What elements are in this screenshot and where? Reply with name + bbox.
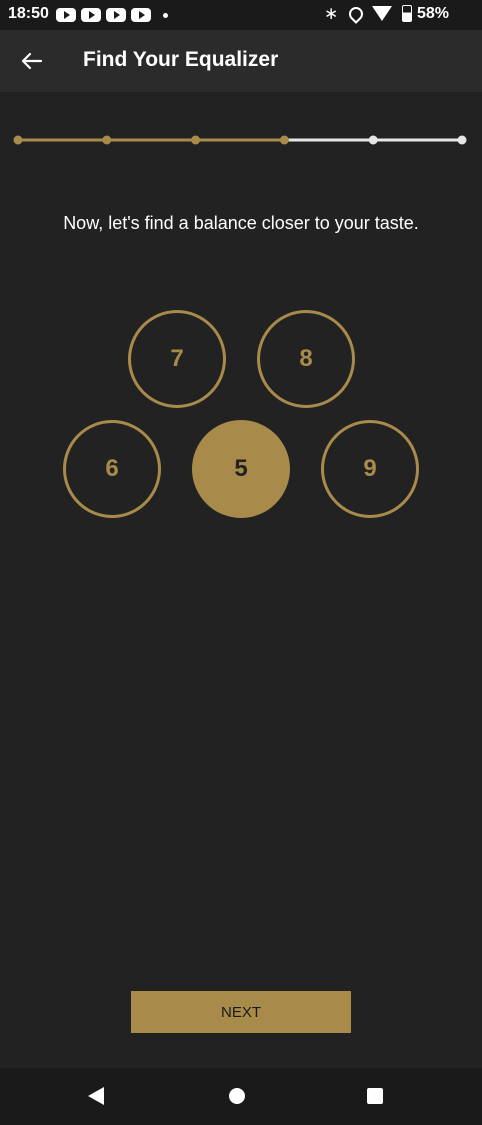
eq-option-6[interactable]: 6: [63, 420, 161, 518]
status-time: 18:50: [8, 5, 49, 22]
youtube-icon: [131, 8, 151, 22]
progress-step-dot: [457, 135, 467, 145]
youtube-icon: [106, 8, 126, 22]
arrow-left-icon: [21, 52, 43, 70]
status-bar: 18:50 ∗ 58%: [0, 0, 482, 30]
step-progress: [13, 135, 467, 145]
wifi-icon: [372, 6, 392, 21]
youtube-icon: [81, 8, 101, 22]
progress-step-dot: [102, 135, 112, 145]
back-button[interactable]: [12, 42, 52, 80]
prompt-text: Now, let's find a balance closer to your…: [63, 213, 419, 233]
page-title: Find Your Equalizer: [83, 48, 279, 71]
eq-option-label: 5: [234, 455, 248, 482]
eq-option-5[interactable]: 5: [192, 420, 290, 518]
eq-option-7[interactable]: 7: [128, 310, 226, 408]
progress-step-dot: [191, 135, 201, 145]
system-nav-bar: [0, 1068, 482, 1125]
triangle-back-icon[interactable]: [88, 1087, 104, 1105]
battery-icon: [402, 5, 412, 22]
bluetooth-icon: ∗: [324, 4, 339, 24]
eq-option-8[interactable]: 8: [257, 310, 355, 408]
app-bar: Find Your Equalizer: [0, 30, 482, 92]
progress-step-dot: [279, 135, 289, 145]
next-button[interactable]: NEXT: [131, 991, 351, 1033]
location-icon: [346, 4, 366, 24]
circle-home-icon[interactable]: [229, 1088, 245, 1104]
youtube-icon: [56, 8, 76, 22]
eq-option-label: 6: [105, 455, 119, 482]
battery-percent: 58%: [417, 5, 450, 22]
square-recents-icon[interactable]: [367, 1088, 383, 1104]
eq-option-9[interactable]: 9: [321, 420, 419, 518]
eq-option-label: 8: [299, 345, 313, 372]
progress-step-dot: [13, 135, 23, 145]
eq-option-label: 7: [170, 345, 184, 372]
progress-step-dot: [368, 135, 378, 145]
dot-icon: [163, 13, 168, 18]
eq-option-label: 9: [363, 455, 377, 482]
